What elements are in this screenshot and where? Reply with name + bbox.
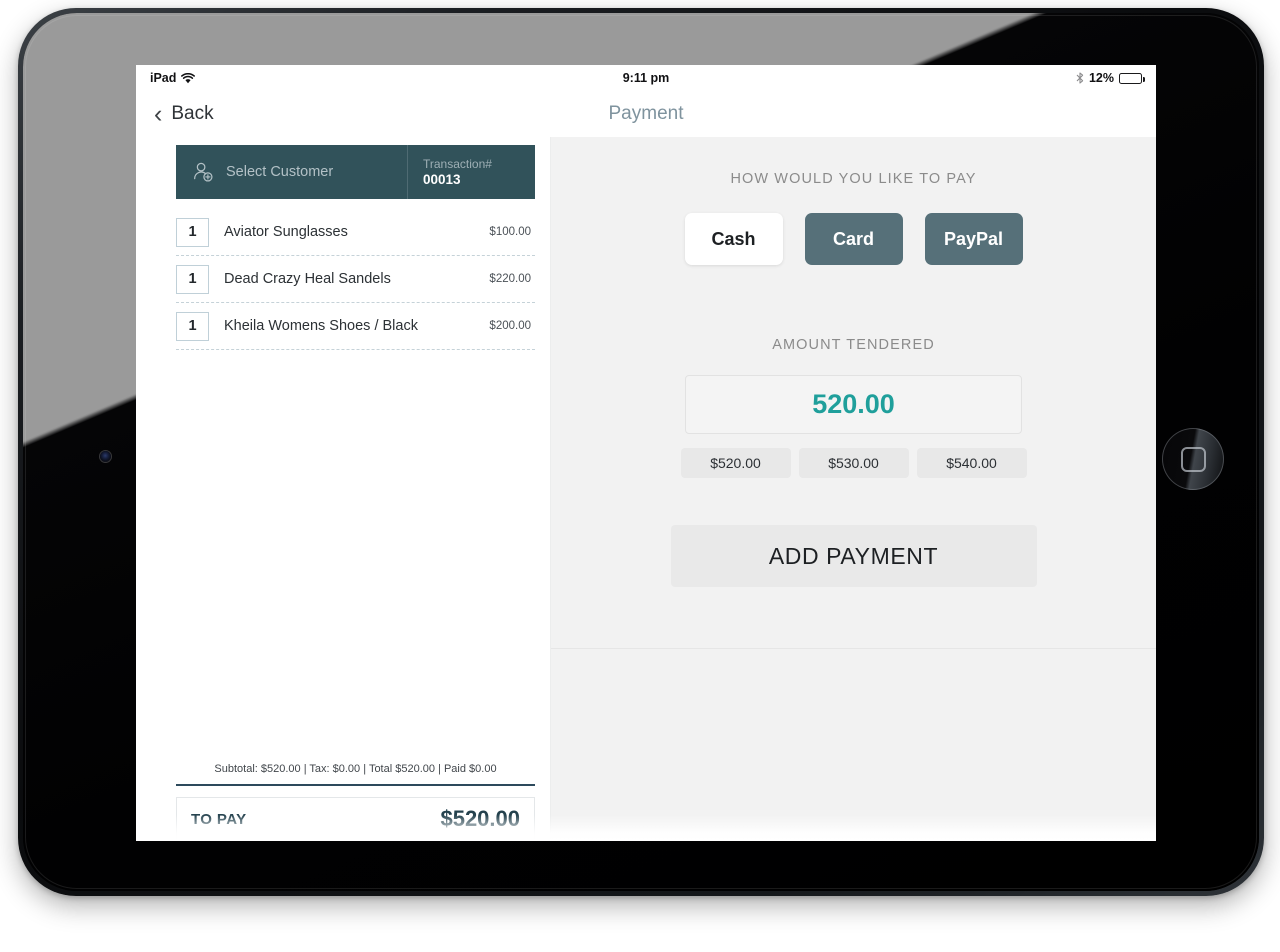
to-pay-amount: $520.00 [440, 806, 520, 831]
cart-item-row[interactable]: 1 Dead Crazy Heal Sandels $220.00 [176, 256, 535, 303]
back-button-label: Back [171, 103, 214, 124]
chevron-left-icon: ‹ [154, 99, 163, 128]
payment-method-cash[interactable]: Cash [684, 213, 783, 265]
home-button[interactable] [1162, 428, 1224, 490]
add-person-icon [194, 162, 213, 182]
ipad-screen: iPad 9:11 pm 12% ‹ Back Payment Select C… [136, 65, 1156, 841]
navigation-bar: ‹ Back Payment [136, 91, 1156, 137]
ipad-bezel: iPad 9:11 pm 12% ‹ Back Payment Select C… [23, 13, 1259, 891]
quick-amount-button[interactable]: $520.00 [680, 448, 791, 478]
payment-content: HOW WOULD YOU LIKE TO PAY Cash Card PayP… [551, 137, 1156, 649]
select-customer-button[interactable]: Select Customer [176, 145, 407, 199]
payment-method-group: Cash Card PayPal [551, 213, 1156, 265]
payment-panel: HOW WOULD YOU LIKE TO PAY Cash Card PayP… [551, 137, 1156, 841]
status-bar-time: 9:11 pm [622, 71, 670, 85]
cart-item-price: $220.00 [489, 273, 531, 285]
transaction-info: Transaction# 00013 [407, 145, 535, 199]
battery-percent-label: 12% [1088, 71, 1114, 85]
select-customer-label: Select Customer [226, 164, 334, 180]
ios-status-bar: iPad 9:11 pm 12% [136, 65, 1156, 91]
cart-item-quantity[interactable]: 1 [176, 217, 209, 247]
cart-summary-line: Subtotal: $520.00 | Tax: $0.00 | Total $… [176, 763, 535, 786]
quick-amount-button[interactable]: $540.00 [916, 448, 1027, 478]
to-pay-bar[interactable]: TO PAY $520.00 [176, 797, 535, 841]
cart-item-name: Aviator Sunglasses [224, 224, 348, 240]
cart-item-list: 1 Aviator Sunglasses $100.00 1 Dead Craz… [176, 209, 535, 763]
transaction-label: Transaction# [423, 157, 492, 171]
back-button[interactable]: ‹ Back [154, 99, 214, 128]
customer-transaction-bar: Select Customer Transaction# 00013 [176, 145, 535, 199]
battery-icon [1119, 72, 1145, 84]
cart-item-quantity[interactable]: 1 [176, 311, 209, 341]
app-body: Select Customer Transaction# 00013 1 Avi… [136, 137, 1156, 841]
home-button-glyph-icon [1180, 446, 1206, 472]
status-bar-right: 12% [1076, 71, 1145, 85]
add-payment-button[interactable]: ADD PAYMENT [670, 525, 1037, 587]
amount-tendered-value: 520.00 [812, 389, 895, 419]
front-camera-icon [100, 451, 111, 462]
cart-item-name: Dead Crazy Heal Sandels [224, 271, 391, 287]
cart-item-row[interactable]: 1 Aviator Sunglasses $100.00 [176, 209, 535, 256]
page-title: Payment [608, 103, 684, 124]
cart-item-quantity[interactable]: 1 [176, 264, 209, 294]
amount-tendered-input[interactable]: 520.00 [685, 375, 1022, 434]
transaction-number: 00013 [423, 172, 461, 187]
quick-amount-group: $520.00 $530.00 $540.00 [551, 448, 1156, 478]
ipad-device-frame: iPad 9:11 pm 12% ‹ Back Payment Select C… [18, 8, 1264, 896]
payment-method-card[interactable]: Card [804, 213, 903, 265]
bluetooth-icon [1076, 72, 1084, 84]
cart-item-price: $100.00 [489, 226, 531, 238]
payment-method-paypal[interactable]: PayPal [924, 213, 1023, 265]
cart-item-price: $200.00 [489, 320, 531, 332]
to-pay-label: TO PAY [191, 810, 247, 828]
amount-tendered-caption: AMOUNT TENDERED [772, 337, 935, 353]
cart-panel: Select Customer Transaction# 00013 1 Avi… [136, 137, 551, 841]
cart-item-row[interactable]: 1 Kheila Womens Shoes / Black $200.00 [176, 303, 535, 350]
payment-method-caption: HOW WOULD YOU LIKE TO PAY [730, 171, 977, 187]
quick-amount-button[interactable]: $530.00 [798, 448, 909, 478]
cart-item-name: Kheila Womens Shoes / Black [224, 318, 418, 334]
